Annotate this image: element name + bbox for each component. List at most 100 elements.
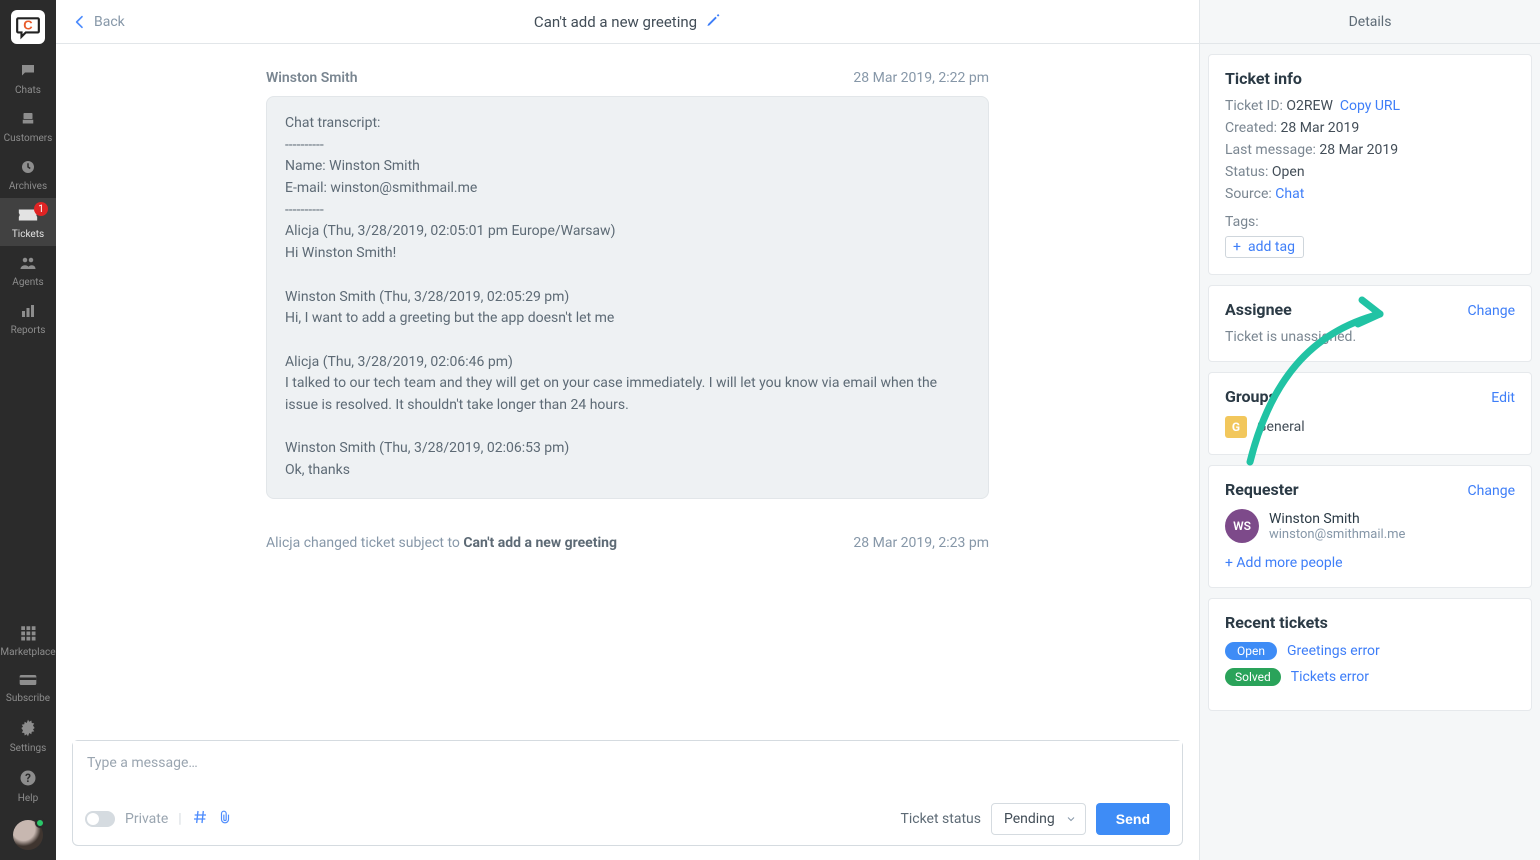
plus-icon: + [1230, 240, 1244, 254]
help-icon: ? [18, 768, 38, 791]
ticket-topbar: Back Can't add a new greeting [56, 0, 1199, 44]
message-input[interactable] [73, 741, 1182, 795]
requester-avatar: WS [1225, 509, 1259, 543]
sidebar-item-agents[interactable]: Agents [0, 246, 56, 294]
system-event-text: Alicja changed ticket subject to Can't a… [266, 535, 617, 551]
ticket-id-row: Ticket ID: O2REW Copy URL [1225, 98, 1515, 114]
recent-ticket-link[interactable]: Greetings error [1287, 643, 1380, 659]
system-event-timestamp: 28 Mar 2019, 2:23 pm [853, 535, 989, 551]
sidebar-item-label: Subscribe [6, 693, 50, 704]
sidebar-item-subscribe[interactable]: Subscribe [0, 664, 56, 710]
ticket-status-select[interactable]: Pending [991, 803, 1086, 835]
recent-ticket-row: Solved Tickets error [1225, 668, 1515, 686]
svg-text:?: ? [25, 771, 31, 785]
details-header: Details [1200, 0, 1540, 44]
message-timestamp: 28 Mar 2019, 2:22 pm [853, 70, 989, 86]
source-row: Source: Chat [1225, 186, 1515, 202]
attachment-button[interactable] [218, 808, 232, 830]
assignee-card: Assignee Change Ticket is unassigned. [1208, 285, 1532, 362]
sidebar-item-chats[interactable]: Chats [0, 54, 56, 102]
tags-label: Tags: [1225, 214, 1515, 230]
sidebar-item-reports[interactable]: Reports [0, 294, 56, 342]
details-panel: Details Ticket info Ticket ID: O2REW Cop… [1200, 0, 1540, 860]
status-dot-online [35, 818, 45, 828]
back-button[interactable]: Back [72, 14, 125, 30]
edit-title-button[interactable] [705, 12, 721, 32]
assignee-title: Assignee [1225, 300, 1292, 319]
private-label: Private [125, 811, 168, 827]
ticket-status-label: Ticket status [901, 811, 981, 827]
chevron-down-icon [1065, 813, 1077, 825]
compose-footer: Private | Ticket status Pending Send [73, 795, 1182, 845]
send-button[interactable]: Send [1096, 803, 1170, 835]
sidebar-item-label: Tickets [12, 229, 44, 240]
change-requester-link[interactable]: Change [1468, 483, 1515, 499]
compose-box: Private | Ticket status Pending Send [72, 740, 1183, 846]
sidebar-item-label: Help [18, 793, 38, 804]
add-more-people-link[interactable]: + Add more people [1225, 555, 1515, 571]
copy-url-link[interactable]: Copy URL [1340, 98, 1400, 114]
canned-response-button[interactable] [192, 809, 208, 829]
group-name: General [1257, 419, 1305, 435]
tickets-badge: 1 [34, 202, 48, 216]
recent-tickets-card: Recent tickets Open Greetings error Solv… [1208, 598, 1532, 711]
app-logo[interactable]: C [11, 10, 45, 44]
sidebar-item-tickets[interactable]: 1 Tickets [0, 198, 56, 246]
group-badge: G [1225, 416, 1247, 438]
system-event: Alicja changed ticket subject to Can't a… [266, 535, 989, 551]
clock-icon [18, 158, 38, 179]
groups-card: Groups Edit G General [1208, 372, 1532, 455]
ticket-pane: Back Can't add a new greeting Winston Sm… [56, 0, 1200, 860]
message-author: Winston Smith [266, 70, 358, 86]
arrow-left-icon [72, 14, 88, 30]
requester-row: WS Winston Smith winston@smithmail.me [1225, 509, 1515, 543]
sidebar-item-label: Chats [15, 85, 41, 96]
chat-transcript: Chat transcript: ---------- Name: Winsto… [266, 96, 989, 499]
groups-title: Groups [1225, 387, 1277, 406]
ticket-info-card: Ticket info Ticket ID: O2REW Copy URL Cr… [1208, 54, 1532, 275]
recent-tickets-title: Recent tickets [1225, 613, 1515, 632]
recent-ticket-row: Open Greetings error [1225, 642, 1515, 660]
left-sidebar: C Chats Customers Archives 1 Tickets Age… [0, 0, 56, 860]
status-pill: Open [1225, 642, 1277, 660]
card-icon [18, 672, 38, 691]
source-link[interactable]: Chat [1275, 186, 1304, 202]
ticket-conversation: Winston Smith 28 Mar 2019, 2:22 pm Chat … [56, 44, 1199, 740]
hash-icon [192, 809, 208, 825]
private-toggle[interactable] [85, 811, 115, 827]
back-label: Back [94, 14, 125, 30]
add-tag-button[interactable]: + add tag [1225, 236, 1304, 258]
requester-email: winston@smithmail.me [1269, 527, 1405, 542]
svg-text:C: C [23, 18, 33, 33]
divider: | [178, 811, 181, 827]
sidebar-item-marketplace[interactable]: Marketplace [0, 616, 56, 664]
chat-icon [18, 62, 38, 83]
ticket-info-title: Ticket info [1225, 69, 1515, 88]
customers-icon [18, 110, 38, 131]
group-row: G General [1225, 416, 1515, 438]
sidebar-item-label: Marketplace [0, 647, 55, 658]
recent-ticket-link[interactable]: Tickets error [1291, 669, 1369, 685]
sidebar-item-label: Archives [9, 181, 47, 192]
current-user-avatar[interactable] [0, 810, 56, 860]
requester-card: Requester Change WS Winston Smith winsto… [1208, 465, 1532, 588]
pencil-icon [705, 12, 721, 28]
edit-groups-link[interactable]: Edit [1491, 390, 1515, 406]
change-assignee-link[interactable]: Change [1468, 303, 1515, 319]
agents-icon [18, 254, 38, 275]
sidebar-item-help[interactable]: ? Help [0, 760, 56, 810]
requester-title: Requester [1225, 480, 1299, 499]
sidebar-item-settings[interactable]: Settings [0, 710, 56, 760]
gear-icon [18, 718, 38, 741]
last-message-row: Last message: 28 Mar 2019 [1225, 142, 1515, 158]
status-pill: Solved [1225, 668, 1281, 686]
sidebar-item-customers[interactable]: Customers [0, 102, 56, 150]
sidebar-item-label: Settings [10, 743, 47, 754]
sidebar-item-label: Customers [4, 133, 53, 144]
livechat-logo-icon: C [15, 14, 41, 40]
sidebar-item-archives[interactable]: Archives [0, 150, 56, 198]
status-row: Status: Open [1225, 164, 1515, 180]
message-header: Winston Smith 28 Mar 2019, 2:22 pm [266, 70, 989, 86]
created-row: Created: 28 Mar 2019 [1225, 120, 1515, 136]
sidebar-item-label: Agents [12, 277, 43, 288]
